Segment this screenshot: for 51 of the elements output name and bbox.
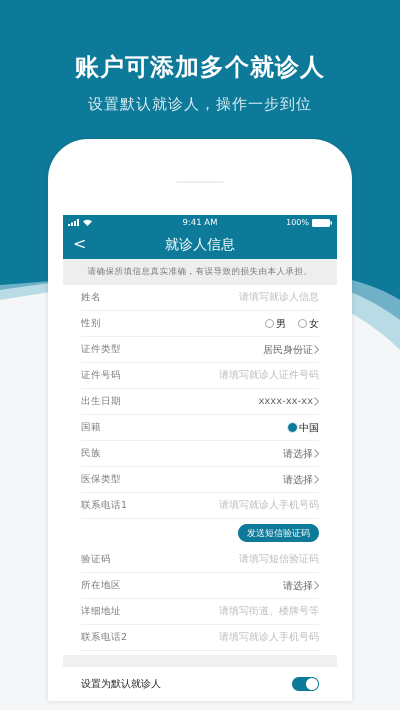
field-label: 证件号码 bbox=[81, 369, 121, 382]
page-title: 就诊人信息 bbox=[165, 236, 235, 254]
toggle-switch[interactable] bbox=[292, 677, 319, 691]
select-value: 请选择 bbox=[283, 474, 313, 486]
field-label: 性别 bbox=[81, 317, 101, 330]
radio-option[interactable]: 中国 bbox=[288, 420, 319, 434]
setting-label: 设置为默认就诊人 bbox=[81, 678, 161, 691]
select-value: 请选择 bbox=[283, 580, 313, 592]
radio-label: 中国 bbox=[299, 422, 319, 434]
select-field[interactable]: 居民身份证 bbox=[263, 342, 319, 356]
input-field[interactable]: 请填写就诊人手机号码 bbox=[179, 632, 319, 643]
input-field[interactable]: 请填写就诊人信息 bbox=[179, 292, 319, 303]
chevron-icon bbox=[314, 475, 319, 484]
select-field[interactable]: 请选择 bbox=[283, 446, 319, 460]
radio-label: 女 bbox=[309, 318, 319, 330]
back-button[interactable]: < bbox=[73, 235, 86, 253]
wifi-icon bbox=[83, 219, 92, 226]
radio-option[interactable]: 女 bbox=[298, 316, 319, 330]
field-label: 出生日期 bbox=[81, 395, 121, 408]
field-label: 医保类型 bbox=[81, 473, 121, 486]
field-label: 详细地址 bbox=[81, 605, 121, 618]
field-label: 证件类型 bbox=[81, 343, 121, 356]
select-value: 请选择 bbox=[283, 448, 313, 460]
status-time: 9:41 AM bbox=[182, 218, 218, 228]
battery-icon bbox=[312, 218, 332, 226]
battery-percentage: 100% bbox=[286, 218, 309, 227]
input-field[interactable]: 请填写短信验证码 bbox=[179, 554, 319, 565]
banner-title: 账户可添加多个就诊人 bbox=[75, 52, 325, 82]
radio-option[interactable]: 男 bbox=[265, 316, 286, 330]
notice-banner: 请确保所填信息真实准确，有误导致的损失由本人承担。 bbox=[63, 259, 337, 285]
field-label: 联系电话1 bbox=[81, 499, 128, 512]
input-field[interactable]: 请填写街道、楼牌号等 bbox=[179, 606, 319, 617]
chevron-icon bbox=[314, 397, 319, 406]
field-label: 国籍 bbox=[81, 421, 101, 434]
field-label: 验证码 bbox=[81, 553, 111, 566]
send-code-button[interactable]: 发送短信验证码 bbox=[238, 524, 319, 542]
input-field[interactable]: 请填写就诊人手机号码 bbox=[179, 500, 319, 511]
field-label: 所在地区 bbox=[81, 579, 121, 592]
field-label: 联系电话2 bbox=[81, 631, 128, 644]
select-value: 居民身份证 bbox=[263, 344, 313, 356]
signal-icon bbox=[68, 219, 80, 226]
field-label: 民族 bbox=[81, 447, 101, 460]
chevron-icon bbox=[314, 581, 319, 590]
radio-label: 男 bbox=[276, 318, 286, 330]
select-field[interactable]: 请选择 bbox=[283, 472, 319, 486]
chevron-icon bbox=[314, 449, 319, 458]
chevron-icon bbox=[314, 345, 319, 354]
input-field[interactable]: 请填写就诊人证件号码 bbox=[179, 370, 319, 381]
banner-subtitle: 设置默认就诊人，操作一步到位 bbox=[88, 94, 312, 114]
select-field[interactable]: 请选择 bbox=[283, 578, 319, 592]
field-label: 姓名 bbox=[81, 291, 101, 304]
